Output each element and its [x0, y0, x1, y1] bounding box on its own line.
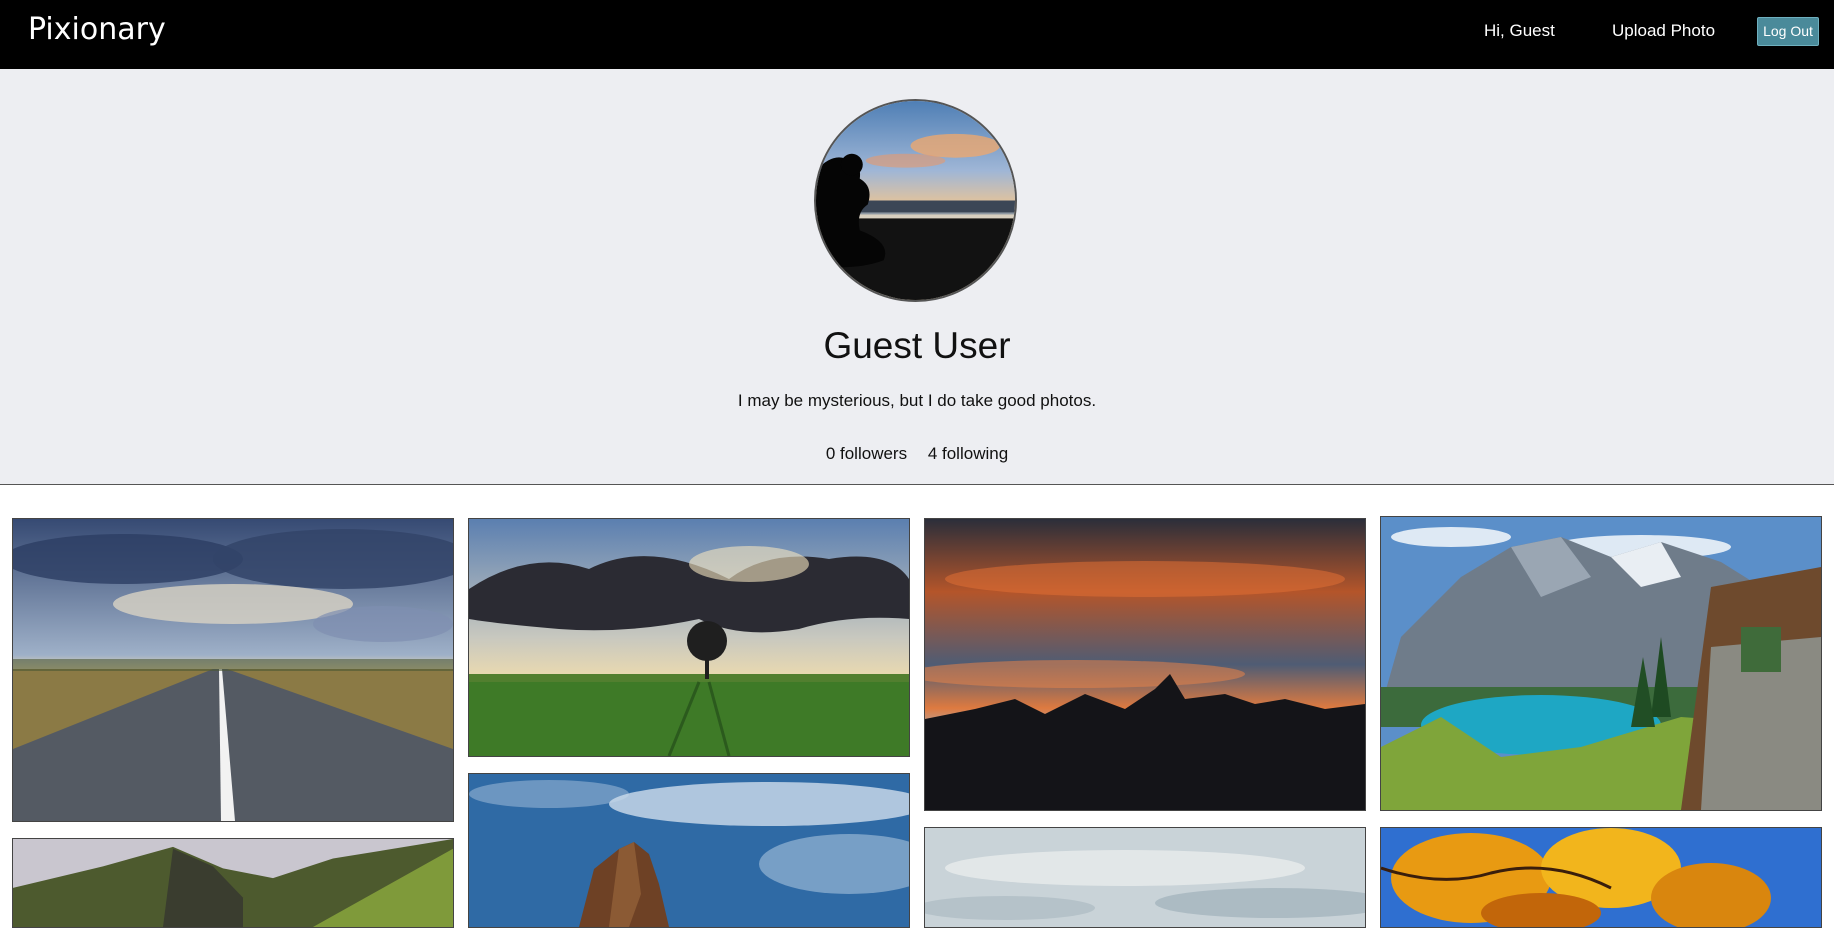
- photo-cloudy-sky[interactable]: [924, 827, 1366, 928]
- followers-count[interactable]: 0 followers: [826, 444, 907, 463]
- following-count[interactable]: 4 following: [928, 444, 1008, 463]
- photo-road[interactable]: [12, 518, 454, 822]
- photo-alpine-lake[interactable]: [1380, 516, 1822, 811]
- photo-rock-sky[interactable]: [468, 773, 910, 928]
- photo-sunset-mountains[interactable]: [924, 518, 1366, 811]
- upload-photo-link[interactable]: Upload Photo: [1612, 21, 1715, 41]
- greeting-link[interactable]: Hi, Guest: [1484, 21, 1555, 41]
- navbar: Pixionary Hi, Guest Upload Photo Log Out: [0, 0, 1834, 69]
- brand-logo[interactable]: Pixionary: [28, 12, 166, 47]
- photo-autumn-leaves[interactable]: [1380, 827, 1822, 928]
- profile-name: Guest User: [823, 325, 1011, 366]
- logout-button[interactable]: Log Out: [1757, 17, 1819, 46]
- avatar: [814, 99, 1017, 302]
- profile-stats: 0 followers 4 following: [0, 444, 1834, 464]
- profile-bio: I may be mysterious, but I do take good …: [737, 391, 1097, 410]
- photo-lone-tree[interactable]: [468, 518, 910, 757]
- profile-header: Guest User I may be mysterious, but I do…: [0, 69, 1834, 485]
- photo-mountain-meadow[interactable]: [12, 838, 454, 928]
